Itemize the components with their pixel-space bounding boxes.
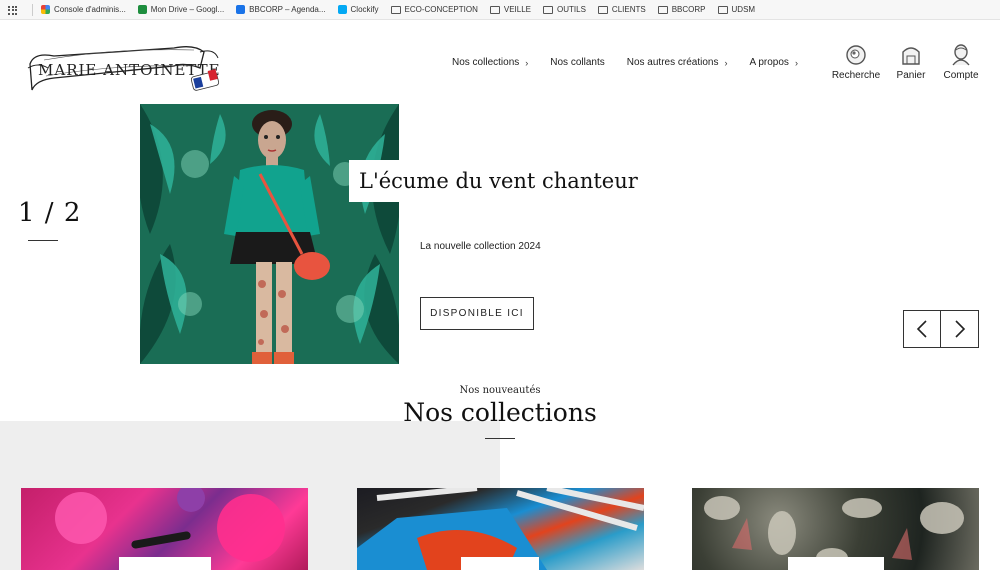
account-icon [952, 44, 970, 66]
slider-arrows [903, 310, 979, 348]
next-slide-button[interactable] [941, 310, 979, 348]
clockify-icon [337, 5, 347, 14]
collections-subtitle: Nos nouveautés [459, 385, 541, 396]
search-icon [846, 45, 866, 65]
account-button[interactable]: Compte [940, 44, 982, 81]
nav-item-a-propos[interactable]: A propos › [749, 57, 797, 68]
bookmark-label: ECO-CONCEPTION [404, 5, 478, 14]
collection-card[interactable] [357, 488, 644, 570]
bookmark-folder-udsm[interactable]: UDSM [717, 5, 756, 14]
bookmark-folder-bbcorp[interactable]: BBCORP [657, 5, 706, 14]
folder-icon [597, 5, 608, 14]
folder-icon [543, 5, 554, 14]
bookmark-console-admin[interactable]: Console d'adminis... [41, 5, 126, 14]
main-nav: Nos collections › Nos collants Nos autre… [452, 57, 820, 68]
bookmark-label: BBCORP [671, 5, 706, 14]
calendar-icon [236, 5, 246, 14]
bookmark-label: Console d'adminis... [54, 5, 126, 14]
folder-icon [489, 5, 500, 14]
search-button[interactable]: Recherche [830, 44, 882, 81]
nav-item-collants[interactable]: Nos collants [550, 57, 604, 68]
cart-icon [902, 47, 920, 65]
cart-button[interactable]: Panier [886, 44, 936, 81]
bookmark-label: UDSM [731, 5, 756, 14]
header-actions: Recherche Panier Compte [830, 44, 982, 81]
nav-label: A propos [749, 57, 789, 68]
collections-underline [485, 438, 515, 439]
nav-item-collections[interactable]: Nos collections › [452, 57, 528, 68]
site-header: MARIE ANTOINETTE Nos collections › Nos c… [0, 20, 1000, 100]
bookmark-folder-outils[interactable]: OUTILS [543, 5, 586, 14]
bookmark-label: VEILLE [503, 5, 532, 14]
bookmark-label: Clockify [350, 5, 379, 14]
cta-button[interactable]: DISPONIBLE ICI [420, 297, 534, 330]
folder-icon [390, 5, 401, 14]
bookmark-folder-eco-conception[interactable]: ECO-CONCEPTION [390, 5, 478, 14]
cart-label: Panier [896, 70, 926, 81]
hero-subtitle: La nouvelle collection 2024 [420, 241, 541, 252]
chevron-right-icon: › [794, 57, 798, 68]
collection-card[interactable] [692, 488, 979, 570]
folder-icon [717, 5, 728, 14]
apps-grid-icon[interactable] [8, 4, 20, 16]
hero-illustration [140, 104, 399, 364]
bookmark-folder-clients[interactable]: CLIENTS [597, 5, 646, 14]
prev-slide-button[interactable] [903, 310, 941, 348]
card-label-tab [119, 557, 211, 570]
counter-underline [28, 240, 58, 241]
bookmark-clockify[interactable]: Clockify [337, 5, 379, 14]
card-label-tab [788, 557, 884, 570]
bookmark-mon-drive[interactable]: Mon Drive – Googl... [137, 5, 225, 14]
folder-icon [657, 5, 668, 14]
card-label-tab [461, 557, 539, 570]
brand-logo[interactable]: MARIE ANTOINETTE [24, 38, 222, 102]
hero-image[interactable] [140, 104, 399, 364]
nav-label: Nos autres créations [626, 57, 719, 68]
chevron-right-icon [954, 320, 965, 338]
hero-title: L'écume du vent chanteur [349, 160, 648, 202]
google-icon [41, 5, 50, 14]
collection-card[interactable] [21, 488, 308, 570]
slide-counter: 1 / 2 [18, 198, 82, 228]
nav-label: Nos collants [550, 57, 605, 68]
bookmark-folder-veille[interactable]: VEILLE [489, 5, 532, 14]
chevron-right-icon: › [525, 57, 529, 68]
collections-title: Nos collections [403, 398, 597, 427]
bookmark-agenda[interactable]: BBCORP – Agenda... [236, 5, 326, 14]
chevron-left-icon [916, 320, 927, 338]
nav-item-autres-creations[interactable]: Nos autres créations › [627, 57, 728, 68]
bookmark-label: CLIENTS [611, 5, 646, 14]
bookmark-label: BBCORP – Agenda... [249, 5, 326, 14]
nav-label: Nos collections [452, 57, 520, 68]
drive-icon [137, 5, 147, 14]
chevron-right-icon: › [724, 57, 728, 68]
logo-text: MARIE ANTOINETTE [38, 61, 221, 79]
search-label: Recherche [831, 70, 881, 81]
account-label: Compte [943, 70, 979, 81]
bookmark-label: Mon Drive – Googl... [150, 5, 225, 14]
bookmarks-divider [32, 3, 33, 16]
bookmark-label: OUTILS [557, 5, 586, 14]
bookmarks-bar: Console d'adminis... Mon Drive – Googl..… [0, 0, 1000, 20]
